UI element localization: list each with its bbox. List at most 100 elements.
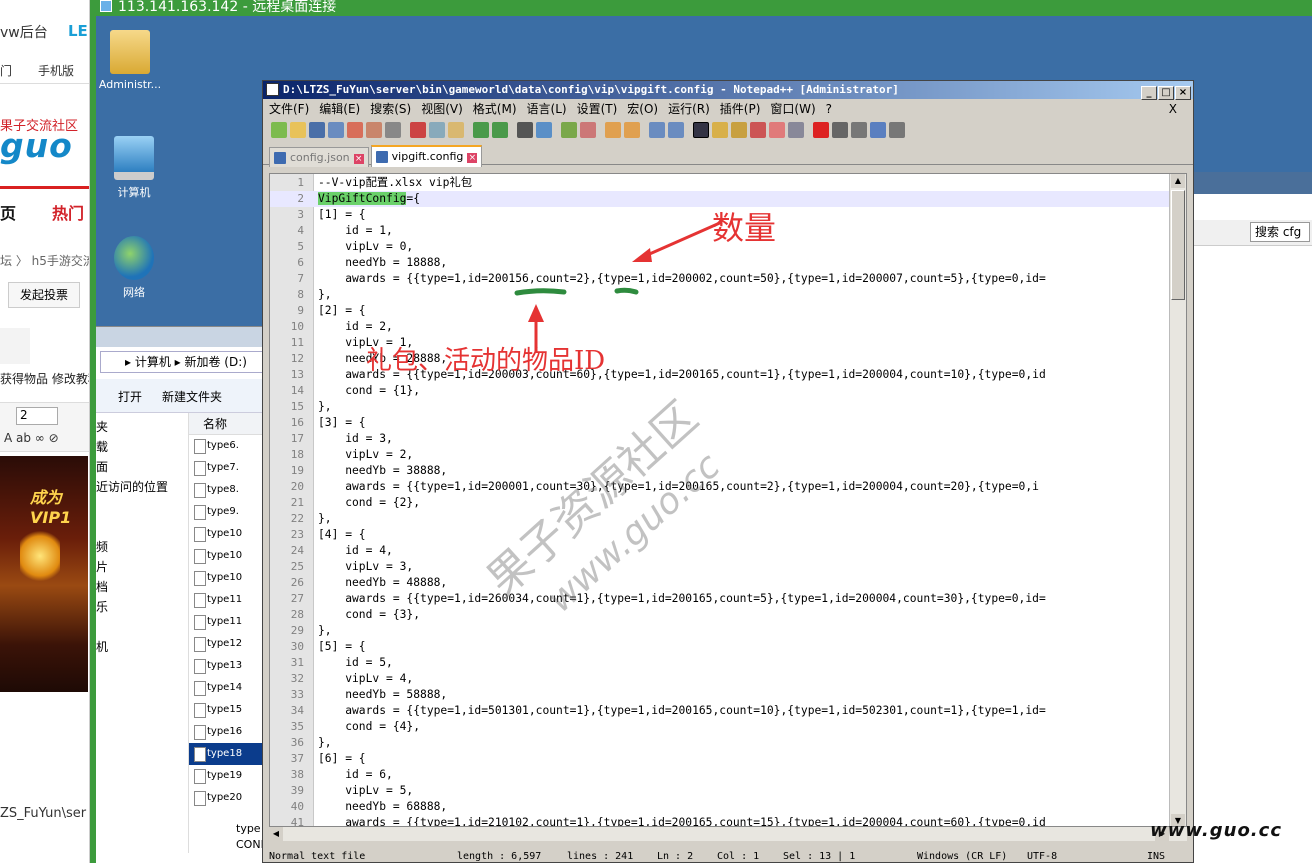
file-list-item[interactable]: type15 [189,699,266,721]
code-line[interactable]: 4 id = 1, [270,223,1170,239]
background-window-title-bar[interactable] [1188,172,1312,194]
status-eol[interactable]: Windows (CR LF) [917,851,1007,863]
code-line[interactable]: 1 --V-vip配置.xlsx vip礼包 [270,175,1170,191]
code-line[interactable]: 7 awards = {{type=1,id=200156,count=2},{… [270,271,1170,287]
copy-icon[interactable] [429,122,445,138]
file-list-item[interactable]: type6. [189,435,266,457]
code-line[interactable]: 3 [1] = { [270,207,1170,223]
format-icons[interactable]: A ab ∞ ⊘ [4,431,59,445]
mobile-version-link[interactable]: 手机版 [38,62,74,79]
print-icon[interactable] [385,122,401,138]
code-line[interactable]: 27 awards = {{type=1,id=260034,count=1},… [270,591,1170,607]
maximize-button[interactable]: □ [1158,86,1174,100]
record-macro-icon[interactable] [813,122,829,138]
code-line[interactable]: 40 needYb = 68888, [270,799,1170,815]
code-line[interactable]: 41 awards = {{type=1,id=210102,count=1},… [270,815,1170,826]
word-wrap-icon[interactable] [649,122,665,138]
sync-vertical-icon[interactable] [605,122,621,138]
menu-item[interactable]: ? [826,102,832,116]
desktop-icon-computer[interactable]: 计算机 [94,136,174,200]
browser-tab-title-2[interactable]: LE [68,22,88,40]
horizontal-scrollbar[interactable]: ◀ ▶ [269,827,1187,841]
close-all-icon[interactable] [366,122,382,138]
udl-icon[interactable] [712,122,728,138]
code-line[interactable]: 15}, [270,399,1170,415]
nav-pane-item[interactable]: 近访问的位置 [96,477,188,497]
file-list-item[interactable]: type11 [189,589,266,611]
file-list-item[interactable]: type7. [189,457,266,479]
browser-toolbar-item[interactable]: 门 [0,62,12,79]
code-line[interactable]: 12 needYb = 28888, [270,351,1170,367]
menu-item[interactable]: 编辑(E) [319,102,360,116]
sync-horizontal-icon[interactable] [624,122,640,138]
menu-item[interactable]: 语言(L) [527,102,567,116]
code-line[interactable]: 8}, [270,287,1170,303]
close-button[interactable]: × [1175,86,1191,100]
code-line[interactable]: 9 [2] = { [270,303,1170,319]
nav-hot[interactable]: 热门 [52,200,84,224]
nav-pane-item[interactable]: 面 [96,457,188,477]
minimize-button[interactable]: _ [1141,86,1157,100]
code-line[interactable]: 5 vipLv = 0, [270,239,1170,255]
scroll-up-icon[interactable]: ▲ [1171,174,1185,188]
code-line[interactable]: 22}, [270,511,1170,527]
close-tab-icon[interactable]: × [467,153,478,163]
code-line[interactable]: 16 [3] = { [270,415,1170,431]
code-line[interactable]: 18 vipLv = 2, [270,447,1170,463]
code-line[interactable]: 17 id = 3, [270,431,1170,447]
menu-item[interactable]: 运行(R) [668,102,710,116]
save-all-icon[interactable] [328,122,344,138]
code-line[interactable]: 37 [6] = { [270,751,1170,767]
code-line[interactable]: 28 cond = {3}, [270,607,1170,623]
site-logo[interactable]: guo [0,126,73,165]
code-line[interactable]: 39 vipLv = 5, [270,783,1170,799]
code-line[interactable]: 19 needYb = 38888, [270,463,1170,479]
run-macro-multiple-icon[interactable] [870,122,886,138]
code-line[interactable]: 2 VipGiftConfig={ [270,191,1170,207]
code-line[interactable]: 24 id = 4, [270,543,1170,559]
nav-pane-item[interactable]: 机 [96,637,188,657]
code-line[interactable]: 38 id = 6, [270,767,1170,783]
code-line[interactable]: 35 cond = {4}, [270,719,1170,735]
show-all-chars-icon[interactable] [668,122,684,138]
file-list-item[interactable]: type11 [189,611,266,633]
nav-pane-item[interactable]: 乐 [96,597,188,617]
open-button[interactable]: 打开 [118,388,142,405]
indent-guide-icon[interactable] [693,122,709,138]
monitor-icon[interactable] [788,122,804,138]
code-line[interactable]: 25 vipLv = 3, [270,559,1170,575]
nav-pane-item[interactable]: 片 [96,557,188,577]
menu-item[interactable]: 搜索(S) [370,102,411,116]
file-list-item[interactable]: type12 [189,633,266,655]
code-line[interactable]: 36}, [270,735,1170,751]
code-line[interactable]: 23 [4] = { [270,527,1170,543]
file-tab[interactable]: vipgift.config × [370,145,483,167]
vertical-scrollbar[interactable]: ▲ ▼ [1169,174,1186,826]
close-document-button[interactable]: X [1169,99,1177,119]
status-encoding[interactable]: UTF-8 [1027,851,1057,863]
start-poll-button[interactable]: 发起投票 [8,282,80,308]
file-list-item[interactable]: type10 [189,523,266,545]
find-icon[interactable] [517,122,533,138]
folder-workspace-icon[interactable] [769,122,785,138]
function-list-icon[interactable] [750,122,766,138]
undo-icon[interactable] [473,122,489,138]
rdp-title-bar[interactable]: 113.141.163.142 - 远程桌面连接 [90,0,1312,16]
file-list-item[interactable]: type18 [189,743,266,765]
nav-pane-item[interactable] [96,517,188,537]
code-line[interactable]: 21 cond = {2}, [270,495,1170,511]
stop-macro-icon[interactable] [832,122,848,138]
code-line[interactable]: 6 needYb = 18888, [270,255,1170,271]
code-line[interactable]: 31 id = 5, [270,655,1170,671]
zoom-in-icon[interactable] [561,122,577,138]
scroll-left-icon[interactable]: ◀ [269,827,283,841]
code-line[interactable]: 30 [5] = { [270,639,1170,655]
open-file-icon[interactable] [290,122,306,138]
new-folder-button[interactable]: 新建文件夹 [162,388,222,405]
code-line[interactable]: 29}, [270,623,1170,639]
new-file-icon[interactable] [271,122,287,138]
code-line[interactable]: 32 vipLv = 4, [270,671,1170,687]
close-tab-icon[interactable]: × [353,154,364,164]
code-line[interactable]: 13 awards = {{type=1,id=200003,count=60}… [270,367,1170,383]
save-icon[interactable] [309,122,325,138]
